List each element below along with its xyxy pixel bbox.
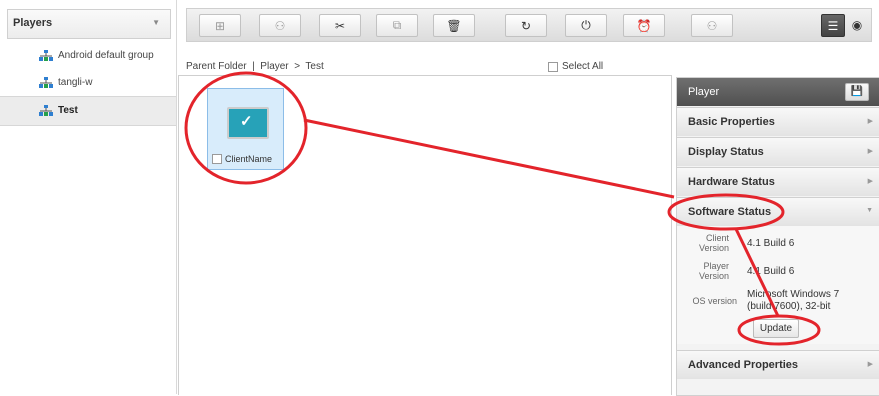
power-icon: ⏻ — [581, 18, 591, 32]
chevron-right-icon: ▶ — [867, 361, 873, 368]
player-panel: Player 💾 Basic Properties ▶ Display Stat… — [676, 77, 879, 396]
check-icon: ✓ — [240, 113, 253, 130]
delete-icon: 🗑 — [446, 18, 462, 33]
section-software-status[interactable]: Software Status ▼ — [677, 197, 879, 226]
restart-button[interactable]: ⏰ — [623, 14, 665, 37]
select-all-label: Select All — [562, 61, 604, 72]
breadcrumb[interactable]: Parent Folder | Player > Test — [186, 61, 324, 72]
section-label: Advanced Properties — [688, 359, 799, 371]
group-label: Test — [58, 105, 78, 116]
chevron-down-icon: ▼ — [866, 207, 873, 214]
settings-icon: ◉ — [851, 17, 863, 32]
section-basic-properties[interactable]: Basic Properties ▶ — [677, 107, 879, 136]
panel-header: Player 💾 — [677, 78, 879, 106]
power-button[interactable]: ⏻ — [565, 14, 607, 37]
client-version-value: 4.1 Build 6 — [747, 238, 795, 249]
checkbox[interactable] — [548, 61, 558, 72]
section-label: Software Status — [688, 206, 772, 218]
section-label: Display Status — [688, 146, 764, 158]
chevron-right-icon: ▶ — [867, 148, 873, 155]
cut-button[interactable]: ✂ — [319, 14, 361, 37]
player-tile[interactable]: ✓ ClientName — [207, 88, 284, 170]
section-advanced-properties[interactable]: Advanced Properties ▶ — [677, 350, 879, 379]
section-label: Hardware Status — [688, 176, 775, 188]
section-label: Basic Properties — [688, 116, 775, 128]
chevron-right-icon: ▶ — [867, 178, 873, 185]
update-button[interactable]: Update — [753, 319, 799, 338]
player-screen-icon: ✓ — [227, 107, 269, 139]
copy-button[interactable]: ⧉ — [376, 14, 418, 37]
os-version-label: OS version — [692, 296, 737, 306]
select-all-checkbox[interactable]: Select All — [548, 61, 603, 72]
list-view-button[interactable]: ☰ — [821, 14, 845, 37]
refresh-icon: ↻ — [520, 18, 532, 33]
add-folder-icon: ⊞ — [214, 18, 226, 33]
section-display-status[interactable]: Display Status ▶ — [677, 137, 879, 166]
players-header[interactable]: Players ▼ — [7, 9, 171, 39]
panel-title: Player — [688, 86, 720, 98]
network-group-icon — [39, 77, 53, 88]
chevron-right-icon: ▶ — [867, 118, 873, 125]
cut-icon: ✂ — [334, 18, 346, 33]
restart-icon: ⏰ — [636, 18, 652, 33]
add-group-button[interactable]: ⚇ — [259, 14, 301, 37]
refresh-button[interactable]: ↻ — [505, 14, 547, 37]
group-item-test[interactable]: Test — [0, 96, 176, 126]
add-group-icon: ⚇ — [274, 18, 286, 33]
players-title: Players — [13, 17, 53, 29]
group-item-android-default[interactable]: Android default group — [0, 42, 176, 70]
copy-icon: ⧉ — [392, 18, 402, 32]
player-tile-label[interactable]: ClientName — [212, 154, 272, 164]
list-view-icon: ☰ — [827, 18, 839, 33]
player-checkbox[interactable] — [212, 154, 222, 164]
player-version-value: 4.1 Build 6 — [747, 266, 795, 277]
toolbar: ⊞ ⚇ ✂ ⧉ 🗑 ↻ ⏻ ⏰ ⚇ ☰ ◉ — [186, 8, 872, 42]
group-item-tangli-w[interactable]: tangli-w — [0, 69, 176, 97]
player-version-label: Player Version — [698, 261, 729, 281]
chevron-down-icon[interactable]: ▼ — [152, 18, 160, 27]
group-label: Android default group — [58, 50, 154, 61]
settings-button[interactable]: ◉ — [847, 14, 867, 35]
client-version-label: Client Version — [698, 233, 729, 253]
group-label: tangli-w — [58, 77, 93, 88]
add-folder-button[interactable]: ⊞ — [199, 14, 241, 37]
section-hardware-status[interactable]: Hardware Status ▶ — [677, 167, 879, 196]
delete-button[interactable]: 🗑 — [433, 14, 475, 37]
network-group-icon — [39, 105, 53, 116]
save-button[interactable]: 💾 — [845, 83, 869, 101]
group-settings-button[interactable]: ⚇ — [691, 14, 733, 37]
os-version-value: Microsoft Windows 7 (build 7600), 32-bit — [747, 289, 840, 312]
sidebar: Players ▼ Android default group tangli-w… — [0, 0, 177, 394]
save-icon: 💾 — [850, 86, 864, 97]
group-settings-icon: ⚇ — [706, 18, 718, 33]
player-name: ClientName — [225, 154, 273, 164]
network-group-icon — [39, 50, 53, 61]
